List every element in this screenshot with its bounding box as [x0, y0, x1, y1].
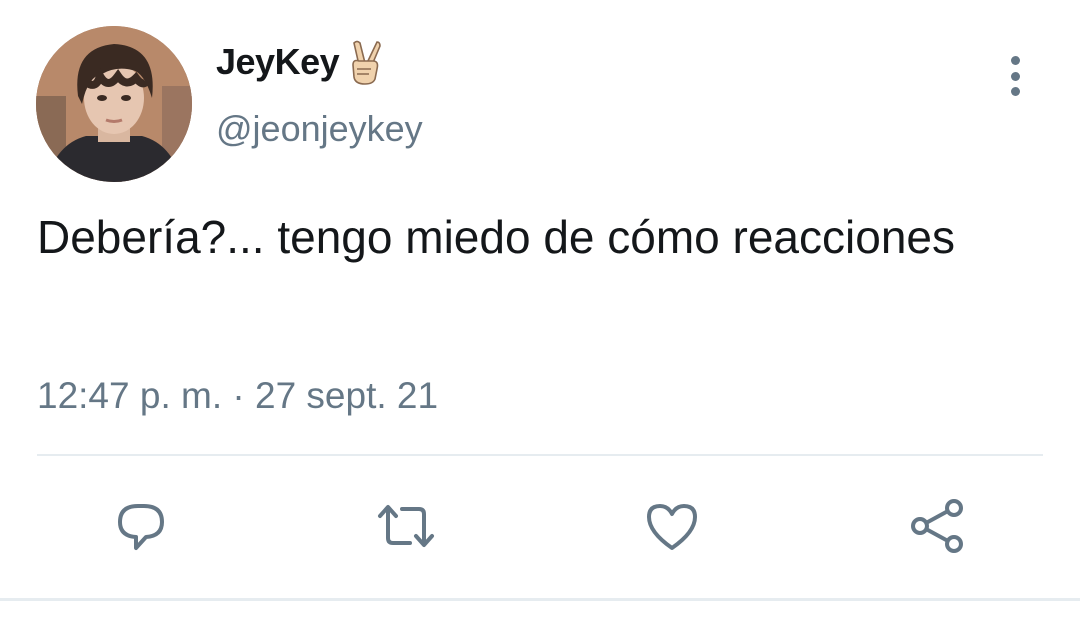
heart-icon	[647, 504, 697, 550]
victory-hand-icon	[345, 39, 385, 85]
bottom-divider	[0, 598, 1080, 601]
retweet-button[interactable]	[374, 494, 438, 558]
reply-button[interactable]	[108, 494, 172, 558]
more-options-icon[interactable]	[1002, 56, 1028, 96]
like-button[interactable]	[640, 494, 704, 558]
more-options-dot	[1010, 71, 1020, 81]
user-block[interactable]: JeyKey @jeonjeykey	[216, 36, 423, 150]
share-icon	[911, 499, 963, 553]
tweet-card: JeyKey @jeonjeykey Debería?... tengo mie…	[0, 0, 1080, 618]
share-button[interactable]	[906, 494, 970, 558]
divider	[37, 454, 1043, 456]
reply-icon	[118, 504, 164, 550]
name-row: JeyKey	[216, 36, 423, 88]
display-name[interactable]: JeyKey	[216, 41, 340, 83]
more-options-dot	[1010, 56, 1020, 65]
more-options-dot	[1010, 87, 1020, 96]
tweet-text: Debería?... tengo miedo de cómo reaccion…	[37, 211, 955, 263]
retweet-icon	[378, 505, 434, 547]
tweet-timestamp[interactable]: 12:47 p. m. · 27 sept. 21	[37, 375, 438, 417]
avatar[interactable]	[36, 26, 192, 182]
user-handle[interactable]: @jeonjeykey	[216, 108, 423, 150]
